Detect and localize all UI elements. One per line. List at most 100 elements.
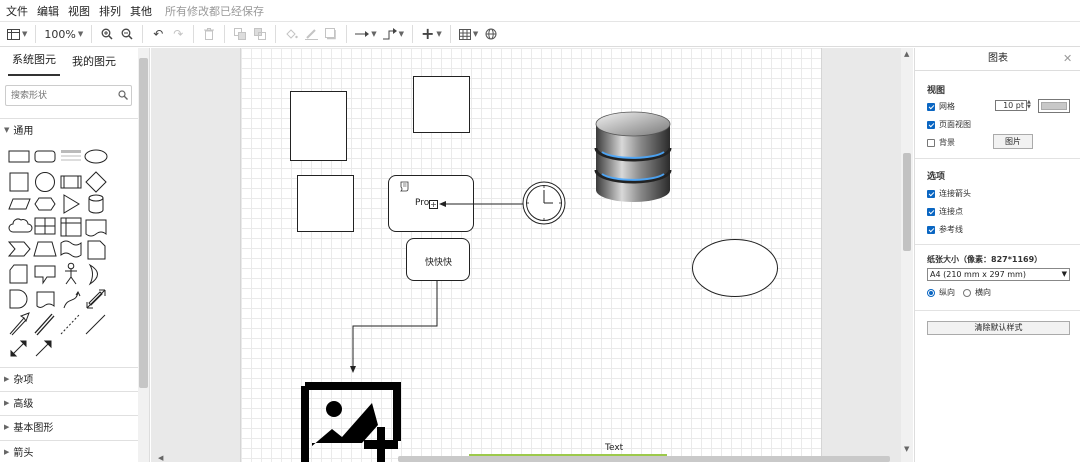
rectangle-shape[interactable] xyxy=(290,91,347,161)
shape-ellipse[interactable] xyxy=(84,149,108,164)
shape-cross[interactable] xyxy=(34,217,56,235)
landscape-radio[interactable] xyxy=(963,288,971,297)
zoom-in-button[interactable] xyxy=(97,23,117,45)
shape-step[interactable] xyxy=(7,241,31,257)
page-view-checkbox[interactable] xyxy=(927,120,935,129)
grid-checkbox[interactable] xyxy=(927,102,935,111)
shape-curve[interactable] xyxy=(63,291,81,309)
to-back-button[interactable] xyxy=(250,23,270,45)
shape-document[interactable] xyxy=(36,291,55,308)
rounded-rectangle-shape[interactable]: 快快快 xyxy=(406,238,470,281)
insert-button[interactable]: + ▼ xyxy=(418,23,445,45)
grid-option[interactable]: 网格 xyxy=(927,101,955,112)
background-checkbox[interactable] xyxy=(927,138,935,147)
scroll-up-icon[interactable]: ▲ xyxy=(904,50,909,58)
diagram-canvas[interactable]: Pro + 快快快 Text xyxy=(151,48,913,462)
shape-line[interactable] xyxy=(85,314,106,335)
grid-size-stepper[interactable]: ▲ ▼ xyxy=(1027,100,1031,110)
shape-note[interactable] xyxy=(87,240,106,260)
shape-trapezoid[interactable] xyxy=(33,241,57,257)
shape-bidirectional-arrow[interactable] xyxy=(86,289,106,309)
shape-cloud[interactable] xyxy=(8,218,33,233)
shape-diamond[interactable] xyxy=(85,171,107,193)
connection-arrows-checkbox[interactable] xyxy=(927,189,935,198)
zoom-select[interactable]: 100% ▼ xyxy=(41,23,86,45)
connection-arrows-option[interactable]: 连接箭头 xyxy=(927,188,971,199)
shape-internal-storage[interactable] xyxy=(60,217,82,237)
delete-button[interactable] xyxy=(199,23,219,45)
guides-option[interactable]: 参考线 xyxy=(927,224,963,235)
shape-tape[interactable] xyxy=(60,240,82,258)
shape-bidirectional-connector[interactable] xyxy=(10,340,27,357)
guides-checkbox[interactable] xyxy=(927,225,935,234)
format-panel-toggle-button[interactable]: ▼ xyxy=(4,23,30,45)
grid-color-button[interactable] xyxy=(1038,99,1070,113)
shape-or[interactable] xyxy=(88,263,98,286)
shape-actor[interactable] xyxy=(65,262,77,285)
connection-points-option[interactable]: 连接点 xyxy=(927,206,963,217)
section-general[interactable]: ▼ 通用 xyxy=(0,118,138,140)
page-view-option[interactable]: 页面视图 xyxy=(927,119,971,130)
shadow-button[interactable] xyxy=(321,23,341,45)
tab-system-shapes[interactable]: 系统图元 xyxy=(8,51,60,76)
shape-dashed-line[interactable] xyxy=(60,314,80,335)
shape-hexagon[interactable] xyxy=(34,197,56,211)
shape-callout[interactable] xyxy=(34,265,56,285)
sidebar-scrollbar-thumb[interactable] xyxy=(139,58,148,388)
fill-color-button[interactable] xyxy=(281,23,301,45)
shape-rounded-rectangle[interactable] xyxy=(34,150,56,163)
close-icon[interactable]: ✕ xyxy=(1063,52,1072,65)
globe-button[interactable] xyxy=(481,23,501,45)
waypoints-button[interactable]: ▼ xyxy=(380,23,407,45)
search-icon[interactable] xyxy=(118,90,128,100)
connection-style-button[interactable]: ▼ xyxy=(352,23,379,45)
shape-delay[interactable] xyxy=(9,289,28,309)
paper-size-select[interactable]: A4 (210 mm x 297 mm) ▼ xyxy=(927,268,1070,281)
tab-my-shapes[interactable]: 我的图元 xyxy=(68,53,120,76)
connector-arrow[interactable] xyxy=(437,198,523,210)
diagram-page[interactable]: Pro + 快快快 Text xyxy=(240,48,822,462)
text-label[interactable]: Text xyxy=(605,443,623,453)
shape-directional-connector[interactable] xyxy=(35,340,52,357)
canvas-vertical-scrollbar-track[interactable] xyxy=(901,48,913,462)
shape-parallelogram[interactable] xyxy=(8,198,31,210)
scroll-down-icon[interactable]: ▼ xyxy=(904,445,909,453)
image-add-icon[interactable] xyxy=(300,381,406,462)
redo-button[interactable]: ↷ xyxy=(168,23,188,45)
scroll-left-icon[interactable]: ◀ xyxy=(158,454,163,462)
ellipse-shape[interactable] xyxy=(691,238,779,298)
clock-icon[interactable] xyxy=(521,180,567,226)
background-image-button[interactable]: 图片 xyxy=(993,134,1033,149)
background-option[interactable]: 背景 xyxy=(927,137,955,148)
portrait-radio[interactable] xyxy=(927,288,935,297)
zoom-out-button[interactable] xyxy=(117,23,137,45)
table-button[interactable]: ▼ xyxy=(456,23,481,45)
menu-file[interactable]: 文件 xyxy=(6,3,28,19)
grid-size-input[interactable]: 10 pt xyxy=(995,100,1027,111)
clear-default-style-button[interactable]: 清除默认样式 xyxy=(927,321,1070,335)
undo-button[interactable]: ↶ xyxy=(148,23,168,45)
canvas-horizontal-scrollbar-thumb[interactable] xyxy=(398,456,890,462)
elbow-connector[interactable] xyxy=(347,281,439,375)
to-front-button[interactable] xyxy=(230,23,250,45)
shape-link[interactable] xyxy=(34,313,55,336)
square-shape[interactable] xyxy=(297,175,354,232)
shape-square[interactable] xyxy=(9,172,29,192)
shape-circle[interactable] xyxy=(35,172,55,192)
square-shape[interactable] xyxy=(413,76,470,133)
line-color-button[interactable] xyxy=(301,23,321,45)
shape-process[interactable] xyxy=(60,175,82,189)
menu-edit[interactable]: 编辑 xyxy=(37,3,59,19)
section-advanced[interactable]: ▶ 高级 xyxy=(0,391,138,413)
connection-points-checkbox[interactable] xyxy=(927,207,935,216)
shape-triangle[interactable] xyxy=(63,194,80,214)
section-arrows[interactable]: ▶ 箭头 xyxy=(0,440,138,462)
shape-arrow[interactable] xyxy=(9,312,30,336)
search-input[interactable] xyxy=(5,85,132,106)
database-icon[interactable] xyxy=(592,110,674,206)
shape-cylinder[interactable] xyxy=(88,194,104,214)
menu-extras[interactable]: 其他 xyxy=(130,3,152,19)
menu-arrange[interactable]: 排列 xyxy=(99,3,121,19)
shape-card[interactable] xyxy=(85,219,107,237)
shape-manual-input[interactable] xyxy=(9,264,28,284)
